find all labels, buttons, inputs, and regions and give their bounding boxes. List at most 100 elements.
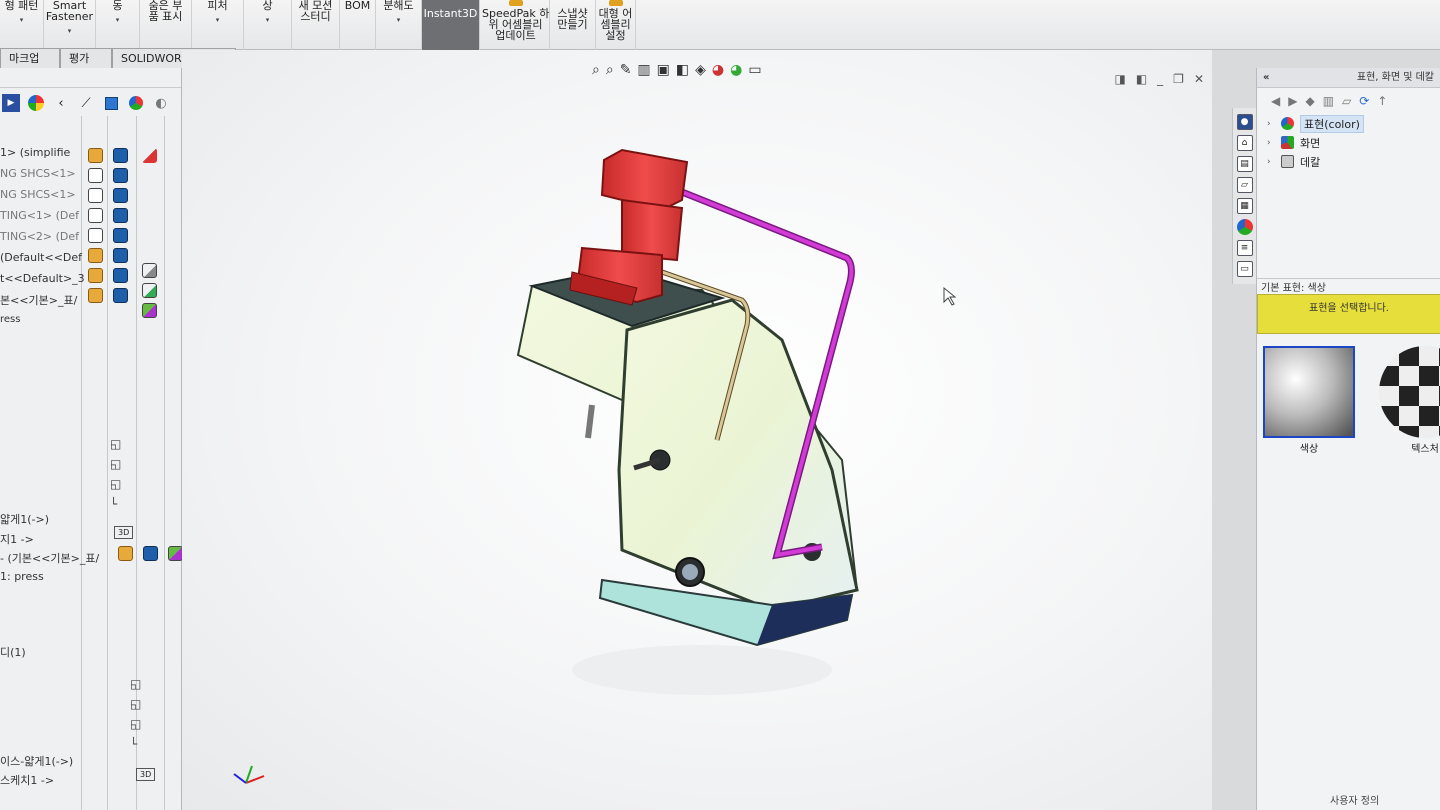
graphics-viewport[interactable]: ⌕ ⌕ ✎ ▥ ▣ ◧ ◈ ◕ ◕ ▭ ◨ ◧ _ ❐ ✕ xyxy=(182,50,1212,810)
tree-node-label: 표현(color) xyxy=(1300,114,1364,133)
mouse-cursor-icon xyxy=(943,286,957,306)
custom-properties-icon[interactable]: ≡ xyxy=(1236,240,1253,256)
tree-item[interactable]: t<<Default>_3 xyxy=(0,272,85,285)
tree-item[interactable]: 스케치1 -> xyxy=(0,772,54,788)
ribbon-instant3d-button[interactable]: Instant3D xyxy=(422,0,480,50)
material-icon[interactable] xyxy=(142,263,157,278)
texture-thumbnail[interactable] xyxy=(1379,346,1440,438)
tab-markup[interactable]: 마크업 xyxy=(0,48,60,68)
tree-item[interactable]: 본<<기본>_표/ xyxy=(0,292,77,308)
home-icon[interactable]: ⌂ xyxy=(1236,135,1253,151)
appearances-icon[interactable] xyxy=(1236,219,1253,235)
task-pane-title-bar: « 표현, 화면 및 데칼 xyxy=(1257,68,1440,88)
tree-item[interactable]: TING<2> (Def xyxy=(0,230,79,243)
part-appearance-icon[interactable] xyxy=(143,546,158,561)
material-icon[interactable] xyxy=(168,546,183,561)
dropdown-arrow-icon: ▾ xyxy=(67,27,72,35)
material-icon[interactable] xyxy=(142,303,157,318)
up-arrow-icon[interactable]: ↑ xyxy=(1377,94,1387,108)
folder-icon[interactable]: ▱ xyxy=(1342,94,1351,108)
assembly-model[interactable] xyxy=(182,50,1212,810)
tree-node-scenes[interactable]: › 화면 xyxy=(1267,133,1440,152)
color-ball-icon xyxy=(1281,117,1294,130)
ribbon-move-button[interactable]: 동 ▾ xyxy=(96,0,140,50)
part-appearance-icon[interactable] xyxy=(113,208,128,223)
reference-triad-icon xyxy=(233,765,265,784)
tree-item[interactable]: (Default<<Def xyxy=(0,251,82,264)
part-appearance-icon[interactable] xyxy=(113,188,128,203)
color-ball-icon[interactable] xyxy=(127,94,145,112)
tree-item[interactable]: NG SHCS<1> xyxy=(0,167,76,180)
chevron-left-icon[interactable]: ‹ xyxy=(52,94,70,112)
scene-icon[interactable]: ◐ xyxy=(152,94,170,112)
task-pane-title: 표현, 화면 및 데칼 xyxy=(1356,72,1434,83)
tree-item[interactable]: 1> (simplifie xyxy=(0,146,70,159)
tree-item[interactable]: TING<1> (Def xyxy=(0,209,79,222)
hide-icon[interactable]: ⟋ xyxy=(77,94,95,112)
expand-arrow-icon[interactable]: › xyxy=(1267,138,1275,148)
tab-evaluate[interactable]: 평가 xyxy=(60,48,112,68)
expand-arrow-icon[interactable]: › xyxy=(1267,157,1275,167)
tree-item[interactable]: ress xyxy=(0,314,20,325)
tree-item[interactable]: 지1 -> xyxy=(0,531,34,547)
task-pane-tabs: ● ⌂ ▤ ▱ ▦ ≡ ▭ xyxy=(1232,108,1256,284)
part-appearance-icon[interactable] xyxy=(113,288,128,303)
material-icon[interactable] xyxy=(142,283,157,298)
tree-item[interactable]: 1: press xyxy=(0,570,44,583)
expand-arrow-icon[interactable]: › xyxy=(1267,119,1275,129)
ribbon-snapshot-button[interactable]: 스냅샷 만들기 xyxy=(550,0,596,50)
view-palette-icon[interactable]: ▦ xyxy=(1236,198,1253,214)
ribbon-large-assembly-button[interactable]: 대형 어 셈블리 설정 xyxy=(596,0,636,50)
ribbon-show-hidden-button[interactable]: 숨은 부 품 표시 xyxy=(140,0,192,50)
collapse-pane-icon[interactable]: « xyxy=(1263,72,1269,83)
resources-icon[interactable]: ● xyxy=(1236,114,1253,130)
ribbon-smart-fastener-button[interactable]: Smart Fastener ▾ xyxy=(44,0,96,50)
material-icon[interactable] xyxy=(142,148,157,163)
library-icon[interactable]: ▥ xyxy=(1323,94,1334,108)
part-appearance-icon[interactable] xyxy=(113,228,128,243)
part-appearance-icon[interactable] xyxy=(113,148,128,163)
ribbon-label: Instant3D xyxy=(423,7,478,20)
refresh-icon[interactable]: ⟳ xyxy=(1359,94,1369,108)
forum-icon[interactable]: ▭ xyxy=(1236,261,1253,277)
thumbnail-label: 텍스처 xyxy=(1411,444,1439,455)
appearance-ball-icon[interactable] xyxy=(27,94,45,112)
add-to-library-icon[interactable]: ◆ xyxy=(1305,94,1314,108)
expand-arrow-icon[interactable]: ▶ xyxy=(2,94,20,112)
ribbon-label: 숨은 부 품 표시 xyxy=(148,0,183,23)
pin xyxy=(585,404,595,439)
badge-3d-icon: 3D xyxy=(114,526,134,539)
clamp-head xyxy=(600,148,689,212)
back-icon[interactable]: ◀ xyxy=(1271,94,1280,108)
decal-icon xyxy=(1281,155,1294,168)
large-assembly-icon xyxy=(608,0,623,6)
part-outline-icon xyxy=(88,228,103,243)
tree-item[interactable]: NG SHCS<1> xyxy=(0,188,76,201)
part-appearance-icon[interactable] xyxy=(113,168,128,183)
ribbon-motion-study-button[interactable]: 새 모션 스터디 xyxy=(292,0,340,50)
part-appearance-icon[interactable] xyxy=(113,248,128,263)
tree-item[interactable]: 이스-얇게1(->) xyxy=(0,753,73,769)
forward-icon[interactable]: ▶ xyxy=(1288,94,1297,108)
ribbon-label: 새 모션 스터디 xyxy=(298,0,333,23)
ribbon-label: 상 xyxy=(262,0,273,12)
design-library-icon[interactable]: ▤ xyxy=(1236,156,1253,172)
ribbon-feature-button[interactable]: 피처 ▾ xyxy=(192,0,244,50)
part-appearance-icon[interactable] xyxy=(113,268,128,283)
thumbnail-label: 색상 xyxy=(1299,444,1319,455)
tree-node-appearances[interactable]: › 표현(color) xyxy=(1267,114,1440,133)
ribbon-exploded-view-button[interactable]: 분해도 ▾ xyxy=(376,0,422,50)
tree-item[interactable]: - (기본<<기본>_표/ xyxy=(0,550,99,566)
color-thumbnail[interactable] xyxy=(1263,346,1355,438)
ribbon-bom-button[interactable]: BOM xyxy=(340,0,376,50)
tree-item[interactable]: 얇게1(->) xyxy=(0,511,49,527)
file-explorer-icon[interactable]: ▱ xyxy=(1236,177,1253,193)
part-outline-icon xyxy=(88,188,103,203)
ribbon-speedpak-button[interactable]: SpeedPak 하 위 어셈블리 업데이트 xyxy=(482,0,550,50)
cube-icon[interactable] xyxy=(102,94,120,112)
ribbon-pattern-button[interactable]: 형 패턴 ▾ xyxy=(0,0,44,50)
tree-item[interactable]: 디(1) xyxy=(0,644,26,660)
section-label: 기본 표현: 색상 xyxy=(1257,278,1440,294)
ribbon-reference-button[interactable]: 상 ▾ xyxy=(244,0,292,50)
tree-node-decals[interactable]: › 데칼 xyxy=(1267,152,1440,171)
